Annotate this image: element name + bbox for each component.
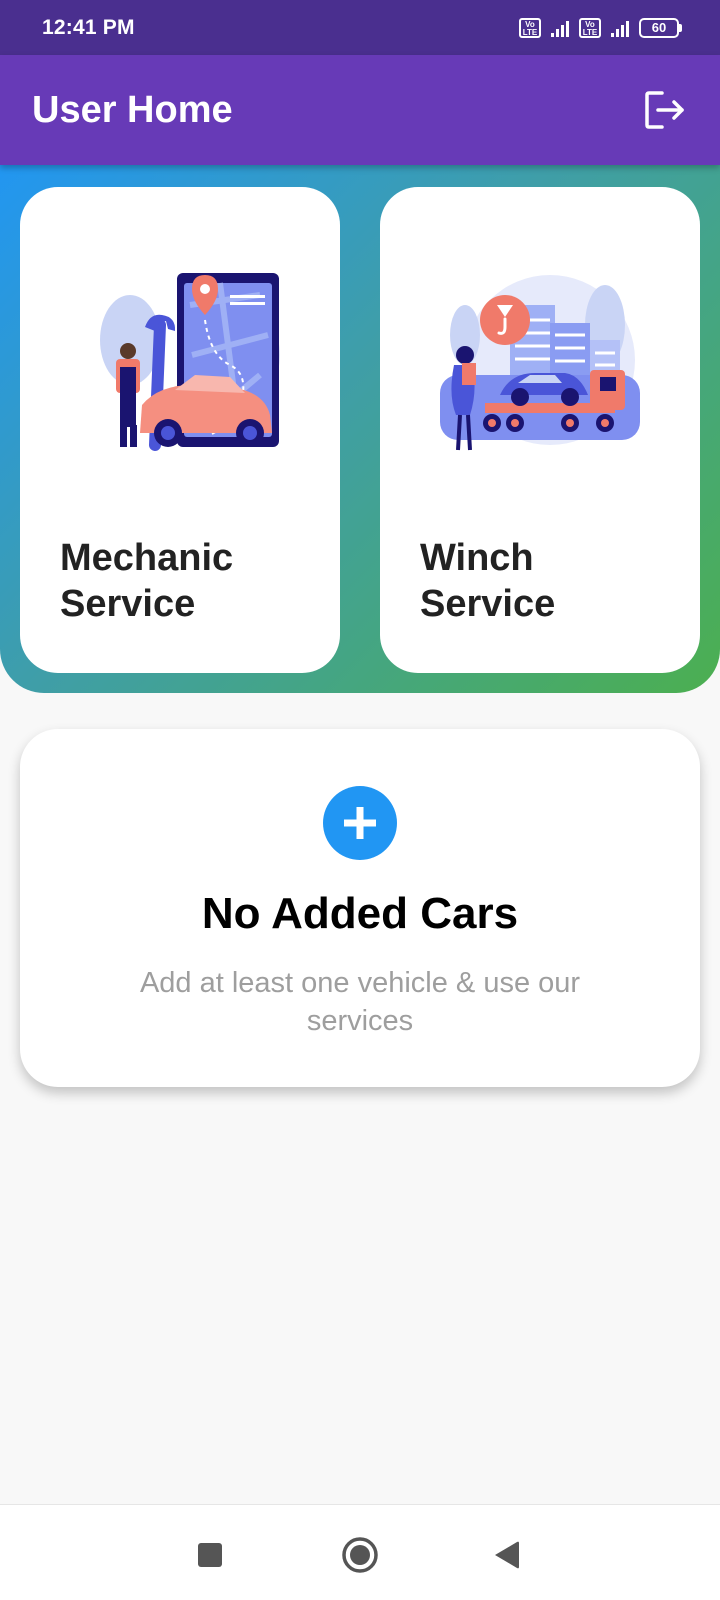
page-title: User Home — [32, 88, 233, 131]
battery-level: 60 — [639, 17, 679, 38]
system-nav-bar — [0, 1504, 720, 1600]
empty-state-subtitle: Add at least one vehicle & use our servi… — [139, 967, 581, 1037]
no-cars-card: No Added Cars Add at least one vehicle &… — [20, 729, 700, 1087]
empty-state-title: No Added Cars — [201, 889, 519, 938]
service-label: Winch Service — [420, 537, 556, 625]
mechanic-service-card[interactable]: Mechanic Service — [20, 187, 340, 673]
volte-icon: Vo LTE — [519, 17, 541, 38]
app-bar: User Home — [0, 55, 720, 165]
home-button[interactable] — [340, 1535, 380, 1575]
signal-icon — [551, 19, 569, 37]
back-button[interactable] — [486, 1535, 526, 1575]
winch-service-card[interactable]: Winch Service — [380, 187, 700, 673]
square-icon — [198, 1543, 222, 1567]
triangle-back-icon — [495, 1541, 519, 1569]
status-time: 12:41 PM — [42, 15, 135, 39]
battery-icon: 60 — [639, 17, 682, 38]
circle-icon — [342, 1537, 378, 1573]
status-bar: 12:41 PM Vo LTE Vo LTE 60 — [0, 0, 720, 55]
status-icons: Vo LTE Vo LTE 60 — [519, 17, 682, 38]
plus-icon — [344, 807, 376, 839]
add-car-button[interactable] — [323, 786, 397, 860]
volte-icon: Vo LTE — [579, 17, 601, 38]
service-label: Mechanic Service — [60, 537, 234, 625]
mechanic-illustration — [100, 273, 280, 451]
recents-button[interactable] — [190, 1535, 230, 1575]
logout-button[interactable] — [642, 86, 690, 134]
tow-truck-illustration — [440, 275, 640, 451]
logout-icon — [645, 91, 684, 129]
signal-icon — [611, 19, 629, 37]
